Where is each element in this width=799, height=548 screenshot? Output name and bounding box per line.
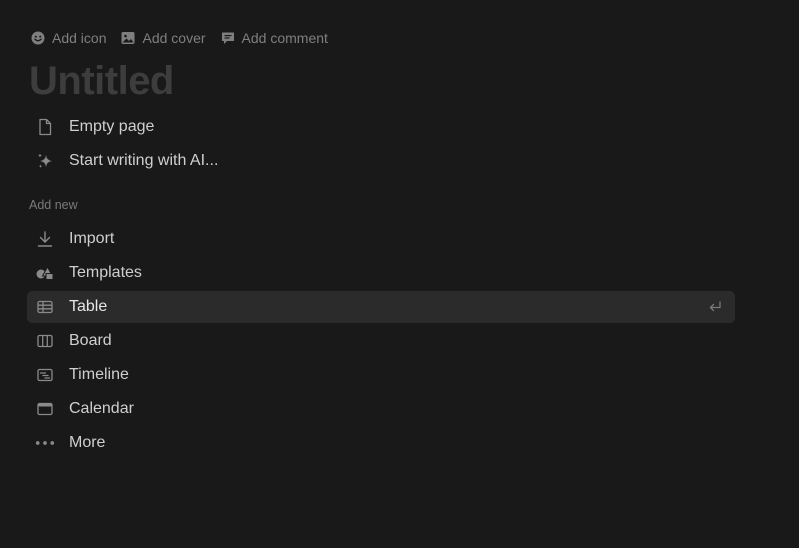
calendar-label: Calendar bbox=[69, 400, 134, 417]
board-option[interactable]: Board bbox=[27, 325, 735, 357]
import-option[interactable]: Import bbox=[27, 223, 735, 255]
table-icon bbox=[35, 297, 55, 317]
page: Add icon Add cover Add comment Untitled … bbox=[0, 0, 799, 548]
calendar-icon bbox=[35, 399, 55, 419]
add-cover-button[interactable]: Add cover bbox=[120, 28, 206, 48]
comment-icon bbox=[220, 30, 236, 46]
timeline-label: Timeline bbox=[69, 366, 129, 383]
start-writing-with-ai-option[interactable]: Start writing with AI... bbox=[27, 145, 735, 177]
image-icon bbox=[120, 30, 136, 46]
more-option[interactable]: More bbox=[27, 427, 735, 459]
add-cover-label: Add cover bbox=[142, 30, 206, 46]
board-label: Board bbox=[69, 332, 112, 349]
templates-icon bbox=[35, 263, 55, 283]
board-icon bbox=[35, 331, 55, 351]
templates-label: Templates bbox=[69, 264, 142, 281]
page-header-actions: Add icon Add cover Add comment bbox=[30, 28, 328, 48]
smiley-icon bbox=[30, 30, 46, 46]
table-label: Table bbox=[69, 298, 108, 315]
start-writing-with-ai-label: Start writing with AI... bbox=[69, 152, 219, 169]
page-title[interactable]: Untitled bbox=[29, 57, 174, 105]
add-new-heading: Add new bbox=[29, 198, 78, 212]
templates-option[interactable]: Templates bbox=[27, 257, 735, 289]
import-label: Import bbox=[69, 230, 115, 247]
enter-key-icon bbox=[707, 299, 723, 315]
sparkle-icon bbox=[35, 151, 55, 171]
empty-page-label: Empty page bbox=[69, 118, 155, 135]
calendar-option[interactable]: Calendar bbox=[27, 393, 735, 425]
add-comment-button[interactable]: Add comment bbox=[220, 28, 328, 48]
add-icon-label: Add icon bbox=[52, 30, 107, 46]
table-option[interactable]: Table bbox=[27, 291, 735, 323]
add-icon-button[interactable]: Add icon bbox=[30, 28, 106, 48]
more-label: More bbox=[69, 434, 106, 451]
add-comment-label: Add comment bbox=[241, 30, 328, 46]
timeline-option[interactable]: Timeline bbox=[27, 359, 735, 391]
empty-page-option[interactable]: Empty page bbox=[27, 111, 735, 143]
more-icon bbox=[35, 433, 55, 453]
import-icon bbox=[35, 229, 55, 249]
page-icon bbox=[35, 117, 55, 137]
timeline-icon bbox=[35, 365, 55, 385]
